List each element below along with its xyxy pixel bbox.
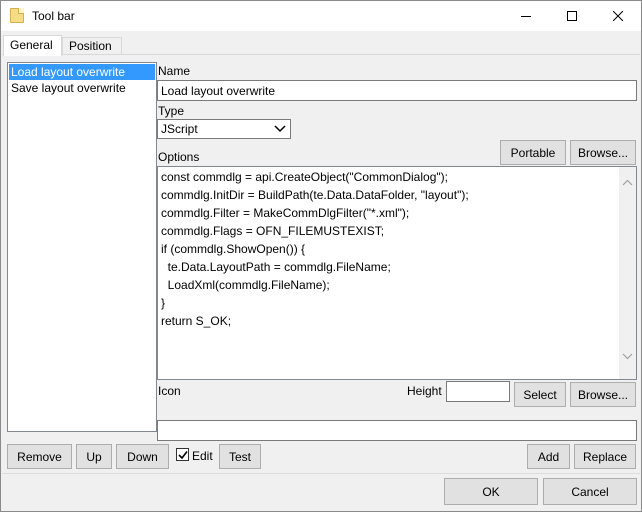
code-line: te.Data.LayoutPath = commdlg.FileName; [161, 260, 391, 274]
scroll-up-icon[interactable] [622, 179, 633, 186]
tab-position[interactable]: Position [62, 37, 122, 55]
options-code-editor[interactable]: const commdlg = api.CreateObject("Common… [157, 166, 637, 380]
up-button[interactable]: Up [76, 444, 112, 469]
add-button[interactable]: Add [527, 444, 570, 469]
title-bar[interactable]: Tool bar [1, 1, 641, 31]
replace-button[interactable]: Replace [574, 444, 636, 469]
type-select[interactable]: JScript [157, 119, 291, 139]
remove-button[interactable]: Remove [7, 444, 72, 469]
type-label: Type [158, 104, 185, 118]
icon-path-input[interactable] [157, 420, 637, 441]
code-lines: const commdlg = api.CreateObject("Common… [161, 168, 618, 330]
cancel-button[interactable]: Cancel [543, 478, 637, 505]
test-button[interactable]: Test [219, 444, 261, 469]
code-line: commdlg.InitDir = BuildPath(te.Data.Data… [161, 188, 469, 202]
name-label: Name [158, 64, 191, 78]
vertical-scrollbar[interactable] [619, 167, 636, 379]
height-label: Height [407, 384, 442, 398]
ok-button[interactable]: OK [444, 478, 538, 505]
icon-label: Icon [158, 384, 181, 398]
close-icon [613, 11, 623, 21]
type-value: JScript [161, 122, 198, 136]
folder-icon [10, 8, 24, 23]
tab-general[interactable]: General [3, 35, 62, 56]
code-line: commdlg.Flags = OFN_FILEMUSTEXIST; [161, 224, 385, 238]
chevron-down-icon [274, 125, 286, 133]
checkmark-icon [178, 451, 188, 460]
code-line: } [161, 296, 166, 310]
tool-bar-dialog: Tool bar General Position Load layout ov… [0, 0, 642, 512]
options-browse-button[interactable]: Browse... [570, 140, 636, 165]
code-line: const commdlg = api.CreateObject("Common… [161, 170, 448, 184]
code-line: if (commdlg.ShowOpen()) { [161, 242, 306, 256]
scroll-down-icon[interactable] [622, 353, 633, 360]
name-input[interactable]: Load layout overwrite [157, 80, 637, 101]
toolbar-items-list[interactable]: Load layout overwrite Save layout overwr… [7, 62, 157, 432]
minimize-button[interactable] [503, 1, 549, 31]
edit-checkbox[interactable] [176, 448, 189, 461]
list-item[interactable]: Load layout overwrite [9, 64, 155, 80]
name-value: Load layout overwrite [161, 83, 276, 98]
code-line: return S_OK; [161, 314, 232, 328]
code-line: LoadXml(commdlg.FileName); [161, 278, 330, 292]
options-label: Options [158, 150, 200, 164]
edit-label[interactable]: Edit [192, 449, 213, 463]
icon-browse-button[interactable]: Browse... [570, 382, 636, 407]
tab-label: Position [69, 39, 112, 53]
list-item[interactable]: Save layout overwrite [9, 80, 155, 96]
footer-separator [2, 473, 640, 474]
portable-button[interactable]: Portable [500, 140, 566, 165]
window-title: Tool bar [32, 9, 75, 23]
tab-strip: General Position [1, 35, 641, 56]
down-button[interactable]: Down [116, 444, 169, 469]
tab-label: General [10, 38, 53, 52]
maximize-button[interactable] [549, 1, 595, 31]
minimize-icon [521, 16, 531, 17]
height-input[interactable] [446, 381, 510, 402]
select-icon-button[interactable]: Select [514, 382, 566, 407]
maximize-icon [567, 11, 577, 21]
close-button[interactable] [595, 1, 641, 31]
code-line: commdlg.Filter = MakeCommDlgFilter("*.xm… [161, 206, 410, 220]
